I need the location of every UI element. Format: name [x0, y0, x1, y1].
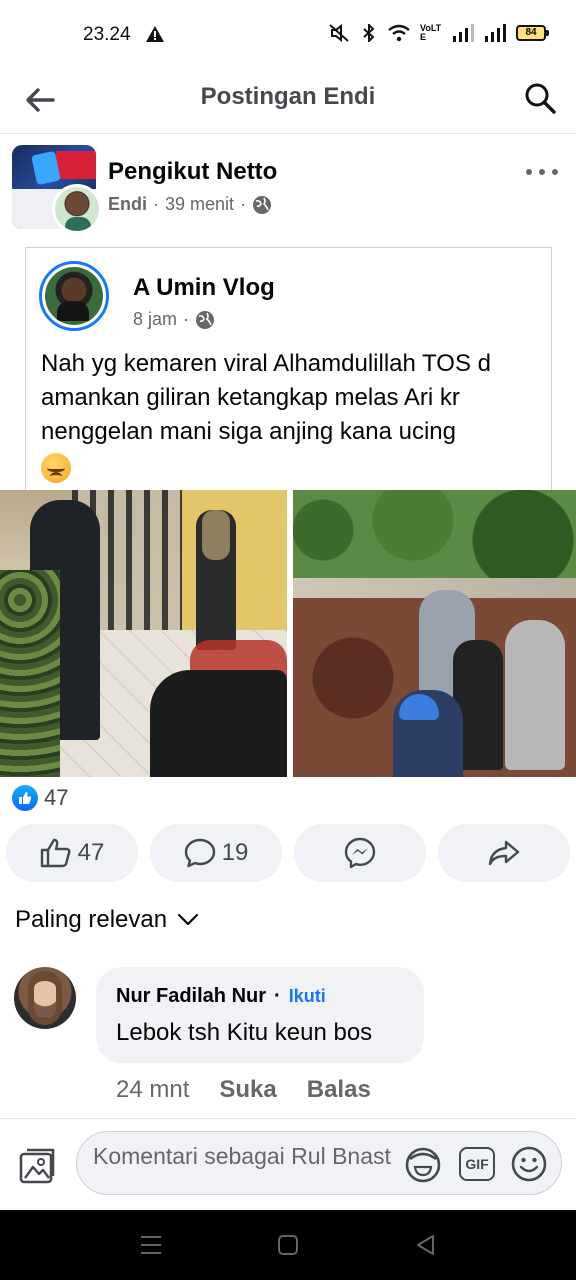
comment-input[interactable]: Komentari sebagai Rul Bnast GIF [76, 1131, 562, 1195]
comment-icon [184, 838, 215, 868]
follow-link[interactable]: Ikuti [289, 986, 326, 1007]
author-avatar[interactable] [52, 184, 102, 234]
thumbs-up-icon [40, 838, 71, 868]
signal-icon [453, 24, 474, 42]
angry-emoji-icon [41, 452, 71, 483]
like-count: 47 [77, 839, 105, 866]
search-button[interactable] [520, 78, 560, 118]
chevron-down-icon [178, 913, 199, 926]
status-bar: 23.24 VoLTE 84 [0, 0, 576, 68]
photo-outdoor-scene[interactable] [293, 490, 576, 777]
meta-separator: · [153, 194, 159, 214]
comment-like-button[interactable]: Suka [219, 1076, 276, 1104]
status-icons: VoLTE 84 [328, 23, 549, 42]
system-nav-bar [0, 1210, 576, 1280]
comment-text: Lebok tsh Kitu keun bos [116, 1019, 373, 1046]
shared-author-name[interactable]: A Umin Vlog [133, 274, 275, 302]
top-header: Postingan Endi [0, 68, 576, 134]
post-author[interactable]: Endi [108, 194, 147, 215]
status-time: 23.24 [83, 24, 131, 45]
comment-composer: Komentari sebagai Rul Bnast GIF [0, 1118, 576, 1210]
warning-icon [146, 26, 164, 42]
comment-placeholder: Komentari sebagai Rul Bnast [93, 1143, 391, 1169]
gif-button[interactable]: GIF [459, 1147, 495, 1181]
comment-sort-dropdown[interactable]: Paling relevan [15, 906, 199, 934]
globe-icon [253, 195, 272, 214]
meta-separator-2: · [240, 194, 247, 214]
post-header: Pengikut Netto Endi · 39 menit · [0, 142, 576, 242]
like-reaction-icon [12, 785, 38, 811]
search-icon [525, 83, 556, 114]
wifi-icon [388, 24, 410, 42]
share-button[interactable] [438, 824, 570, 882]
post-actions: 47 19 [6, 824, 574, 882]
signal-icon-2 [485, 24, 506, 42]
reactions-summary[interactable]: 47 [12, 785, 68, 811]
battery-icon: 84 [516, 25, 549, 41]
bluetooth-icon [363, 24, 375, 42]
more-options-button[interactable] [526, 162, 558, 182]
composer-icons: GIF [403, 1145, 547, 1183]
shared-post-time[interactable]: 8 jam [133, 309, 177, 330]
post-meta: Endi · 39 menit · [108, 194, 272, 215]
shared-post-meta: 8 jam · [133, 309, 215, 330]
shared-post-body: Nah yg kemaren viral Alhamdulillah TOS d… [41, 350, 491, 445]
volte-icon: VoLTE [420, 23, 442, 42]
dot-icon [526, 169, 532, 175]
comment-meta: 24 mnt Suka Balas [116, 1076, 371, 1104]
post-photos [0, 490, 576, 777]
comment-author-row: Nur Fadilah Nur · Ikuti [116, 985, 326, 1008]
comment-reply-button[interactable]: Balas [307, 1076, 371, 1104]
shared-post-text: Nah yg kemaren viral Alhamdulillah TOS d… [41, 347, 546, 483]
shared-post-card[interactable]: A Umin Vlog 8 jam · Nah yg kemaren viral… [25, 247, 552, 492]
mute-icon [329, 24, 349, 42]
page-title: Postingan Endi [200, 83, 376, 110]
comment-bubble[interactable]: Nur Fadilah Nur · Ikuti Lebok tsh Kitu k… [96, 967, 424, 1063]
shared-author-avatar[interactable] [39, 261, 109, 331]
commenter-avatar[interactable] [14, 967, 76, 1029]
dot-icon [539, 169, 545, 175]
recent-apps-button[interactable] [141, 1236, 161, 1254]
emoji-icon[interactable] [511, 1146, 547, 1182]
avatar-sticker-icon[interactable] [403, 1145, 443, 1183]
dot-icon [552, 169, 558, 175]
system-back-icon[interactable] [415, 1234, 435, 1256]
home-button[interactable] [278, 1235, 298, 1255]
like-button[interactable]: 47 [6, 824, 138, 882]
messenger-send-button[interactable] [294, 824, 426, 882]
reaction-count: 47 [44, 785, 69, 810]
share-arrow-icon [488, 840, 520, 866]
photo-attach-icon[interactable] [16, 1145, 58, 1187]
comment-author[interactable]: Nur Fadilah Nur [116, 985, 266, 1008]
post-time[interactable]: 39 menit [165, 194, 234, 215]
photo-police-station[interactable] [0, 490, 287, 777]
sort-label: Paling relevan [15, 906, 168, 933]
comment-button[interactable]: 19 [150, 824, 282, 882]
messenger-icon [344, 837, 376, 869]
comment-count: 19 [221, 839, 249, 866]
post-group-title[interactable]: Pengikut Netto [108, 158, 277, 186]
globe-icon [196, 310, 215, 329]
comment-dot: · [274, 985, 281, 1007]
comment-time: 24 mnt [116, 1076, 190, 1103]
meta-separator: · [183, 309, 190, 329]
